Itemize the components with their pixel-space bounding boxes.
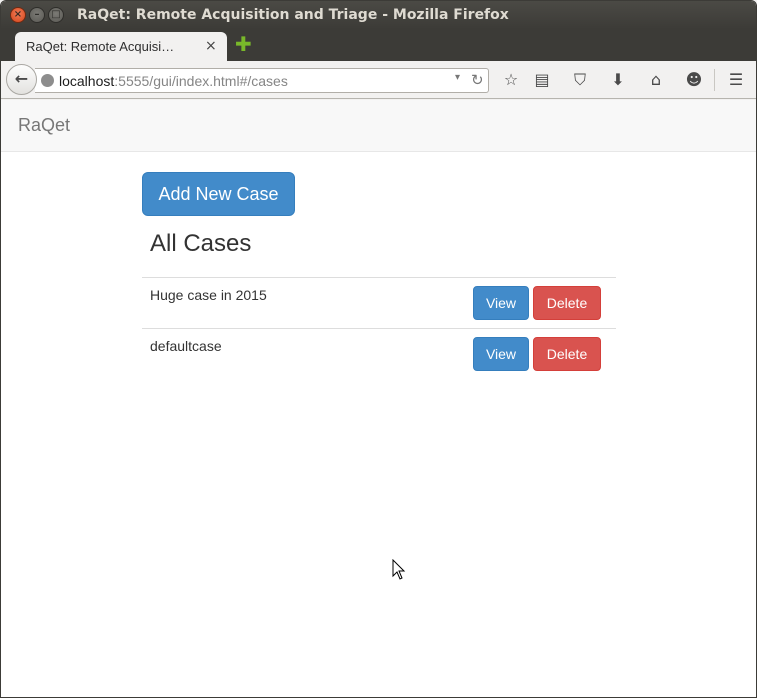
pocket-icon[interactable]: ⛉ [568,68,592,92]
window-close-button[interactable]: × [10,7,26,23]
case-row: Huge case in 2015 View Delete [142,277,616,328]
url-text[interactable]: localhost:5555/gui/index.html#/cases [59,73,288,89]
globe-icon [41,74,54,87]
case-name: Huge case in 2015 [150,287,267,303]
minimize-icon: – [34,9,40,20]
window-minimize-button[interactable]: – [29,7,45,23]
delete-case-button[interactable]: Delete [533,286,601,320]
url-path: :5555/gui/index.html#/cases [114,73,288,89]
page-title: All Cases [150,230,252,257]
app-navbar: RaQet [1,100,756,152]
navigation-toolbar: localhost:5555/gui/index.html#/cases ▾ ↻… [1,61,756,99]
title-bar: × – □ RaQet: Remote Acquisition and Tria… [1,1,756,29]
reading-list-icon[interactable]: ▤ [530,68,554,92]
tab-label: RaQet: Remote Acquisi… [26,39,175,54]
url-bar[interactable]: localhost:5555/gui/index.html#/cases ▾ ↻ [35,68,489,93]
add-new-case-button[interactable]: Add New Case [142,172,295,216]
view-case-button[interactable]: View [473,286,529,320]
window-title: RaQet: Remote Acquisition and Triage - M… [77,7,509,23]
toolbar-divider [714,69,715,91]
reload-icon[interactable]: ↻ [471,71,484,89]
home-icon[interactable]: ⌂ [644,68,668,92]
new-tab-icon[interactable]: ✚ [235,34,252,54]
mouse-cursor-icon [392,559,406,580]
firefox-window: × – □ RaQet: Remote Acquisition and Tria… [0,0,757,698]
tab-close-icon[interactable]: × [205,38,217,54]
case-row: defaultcase View Delete [142,328,616,379]
tab-raqet[interactable]: RaQet: Remote Acquisi… × [15,32,227,61]
maximize-icon: □ [51,9,61,20]
hamburger-menu-icon[interactable]: ☰ [724,68,748,92]
bookmark-star-icon[interactable]: ☆ [499,68,523,92]
app-brand[interactable]: RaQet [18,115,70,136]
delete-case-button[interactable]: Delete [533,337,601,371]
download-icon[interactable]: ⬇ [606,68,630,92]
page-content: RaQet Add New Case All Cases Huge case i… [1,100,756,697]
back-button[interactable]: ← [6,64,37,95]
view-case-button[interactable]: View [473,337,529,371]
url-host: localhost [59,73,115,89]
window-maximize-button[interactable]: □ [48,7,64,23]
back-arrow-icon: ← [14,69,29,88]
case-name: defaultcase [150,338,222,354]
hello-chat-icon[interactable]: ☻ [682,68,706,92]
close-icon: × [13,9,23,20]
url-dropdown-icon[interactable]: ▾ [455,72,460,83]
tab-strip: RaQet: Remote Acquisi… × ✚ [1,29,756,61]
